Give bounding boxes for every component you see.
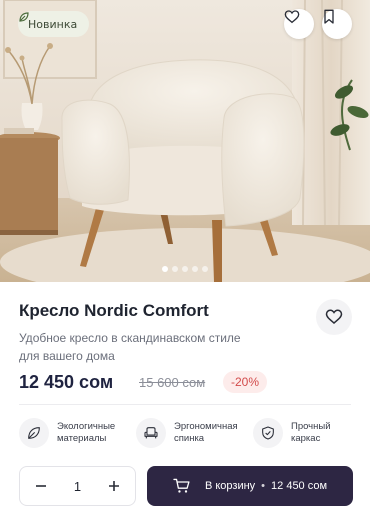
quantity-value[interactable]: 1 bbox=[74, 479, 81, 494]
favorite-button-top[interactable] bbox=[284, 9, 314, 39]
product-card: Новинка Кресло Nordic Comfort Удобное кр… bbox=[0, 0, 370, 526]
product-title: Кресло Nordic Comfort bbox=[19, 301, 209, 320]
bookmark-icon bbox=[324, 9, 334, 24]
armchair-icon bbox=[136, 418, 166, 448]
quantity-stepper: 1 bbox=[19, 466, 136, 506]
add-to-cart-button[interactable]: В корзину • 12 450 сом bbox=[147, 466, 353, 506]
features-list: Экологичные материалы Эргономичная спинк… bbox=[19, 413, 351, 453]
armchair-photo bbox=[0, 0, 370, 282]
feature-item: Эргономичная спинка bbox=[136, 413, 256, 453]
discount-label: -20% bbox=[231, 375, 260, 389]
cart-price: 12 450 сом bbox=[271, 480, 328, 492]
product-info: Кресло Nordic Comfort Удобное кресло в с… bbox=[0, 282, 370, 526]
new-badge: Новинка bbox=[18, 11, 90, 37]
bookmark-button[interactable] bbox=[322, 9, 352, 39]
product-description: Удобное кресло в скандинавском стиле для… bbox=[19, 331, 241, 363]
increase-quantity-button[interactable] bbox=[105, 477, 123, 495]
cart-label: В корзину bbox=[204, 480, 256, 492]
new-badge-label: Новинка bbox=[28, 17, 78, 31]
feature-item: Прочный каркас bbox=[253, 413, 361, 453]
gallery-dot[interactable] bbox=[172, 266, 178, 272]
gallery-dot[interactable] bbox=[182, 266, 188, 272]
gallery-dot[interactable] bbox=[192, 266, 198, 272]
leaf-icon bbox=[19, 12, 29, 22]
cart-separator: • bbox=[261, 480, 266, 492]
minus-icon bbox=[36, 485, 46, 487]
feature-label: Прочный каркас bbox=[291, 421, 331, 444]
favorite-button[interactable] bbox=[316, 299, 352, 335]
heart-icon bbox=[284, 10, 300, 24]
old-price: 15 600 сом bbox=[139, 375, 206, 390]
feature-label: Эргономичная спинка bbox=[174, 421, 238, 444]
divider bbox=[19, 404, 351, 405]
discount-badge: -20% bbox=[223, 371, 268, 393]
shield-check-icon bbox=[253, 418, 283, 448]
gallery-pagination bbox=[0, 266, 370, 272]
product-image[interactable]: Новинка bbox=[0, 0, 370, 282]
plus-icon bbox=[108, 481, 119, 491]
feature-item: Экологичные материалы bbox=[19, 413, 127, 453]
decrease-quantity-button[interactable] bbox=[32, 477, 50, 495]
leaf-icon bbox=[19, 418, 49, 448]
gallery-dot-active[interactable] bbox=[162, 266, 168, 272]
heart-icon bbox=[325, 309, 343, 324]
cart-icon bbox=[173, 478, 190, 493]
feature-label: Экологичные материалы bbox=[57, 421, 116, 444]
current-price: 12 450 сом bbox=[19, 372, 114, 392]
gallery-dot[interactable] bbox=[202, 266, 208, 272]
